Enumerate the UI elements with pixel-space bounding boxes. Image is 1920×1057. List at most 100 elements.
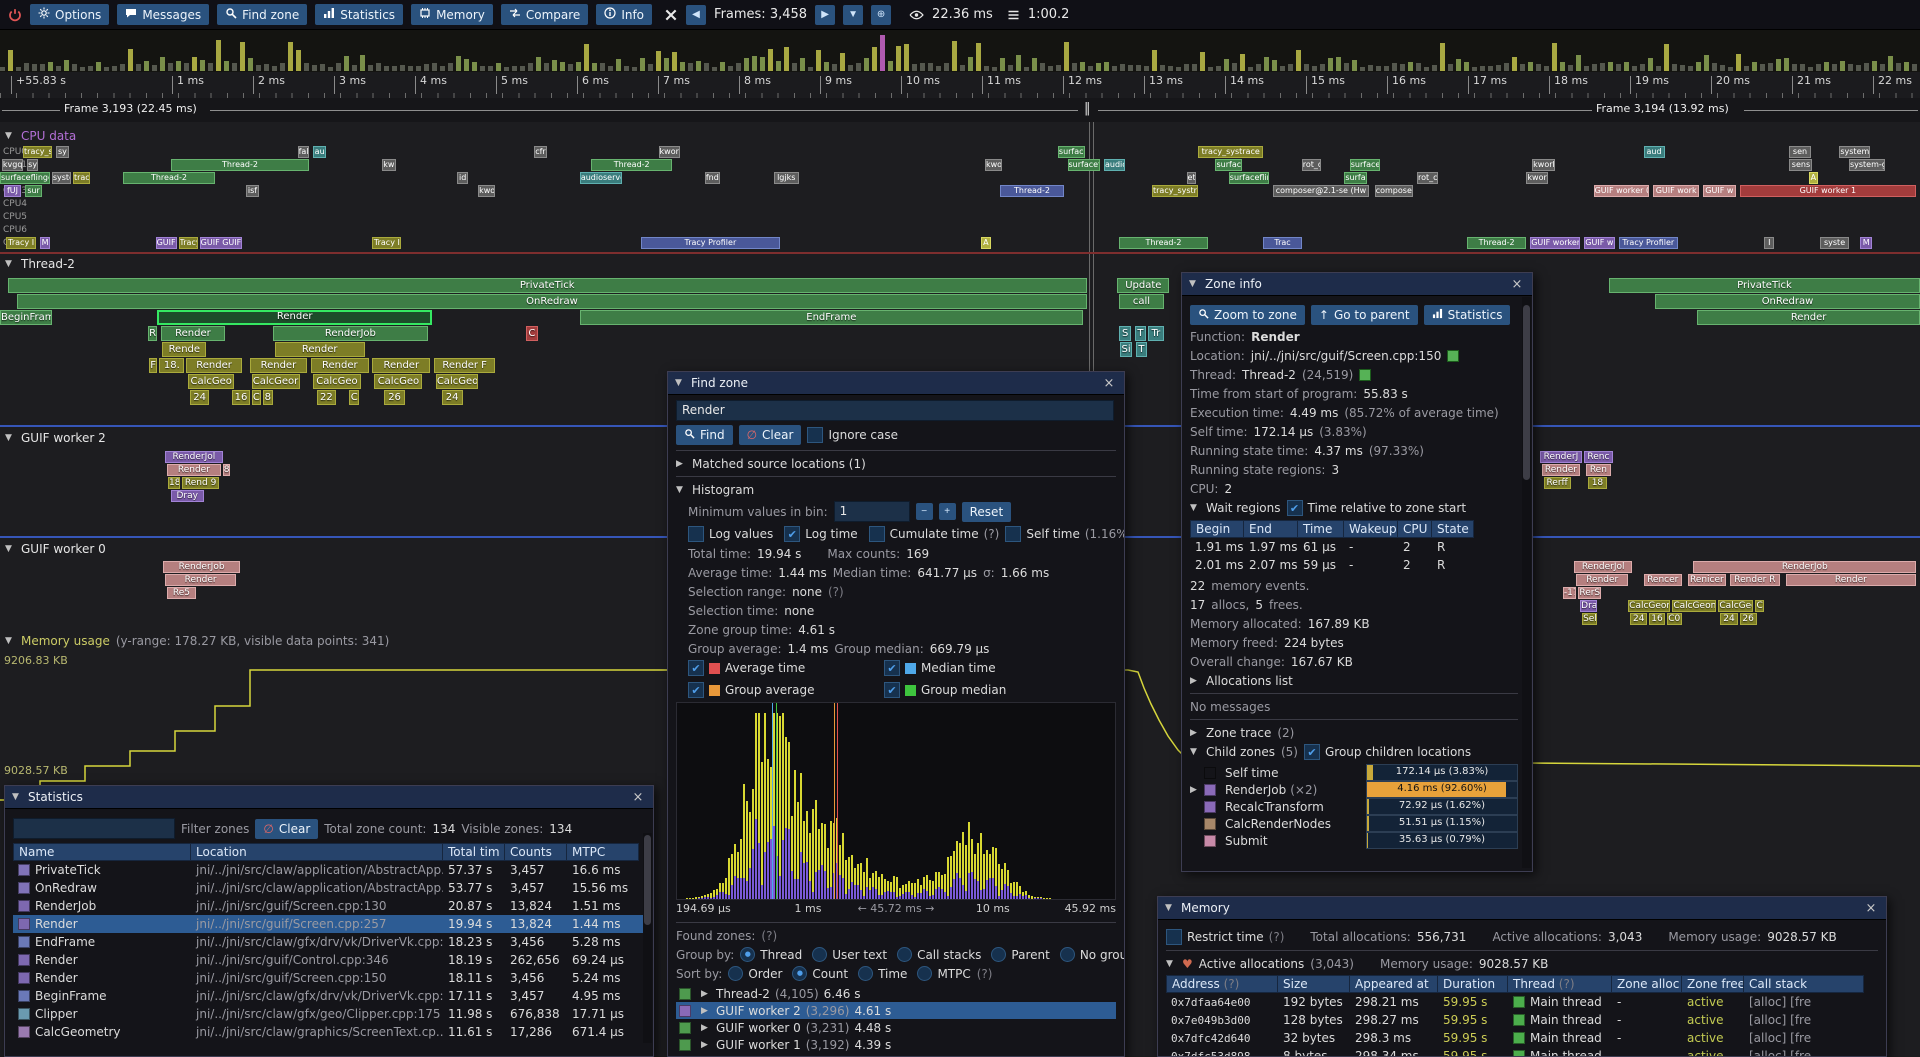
timeline-zone[interactable]: CalcGeo bbox=[313, 374, 361, 389]
timeline-zone[interactable]: Sel bbox=[1582, 613, 1597, 625]
cpu-zone[interactable]: surfaceflinger bbox=[0, 172, 50, 184]
zone-group-row[interactable]: ▶ GUIF worker 2 (3,296) 4.61 s bbox=[676, 1002, 1116, 1019]
cpu-zone[interactable]: lgjks bbox=[774, 172, 799, 184]
cpu-zone[interactable]: fUJ bbox=[4, 185, 21, 197]
cpu-zone[interactable]: rot_d bbox=[1302, 159, 1321, 171]
statistics-button[interactable]: Statistics bbox=[315, 4, 403, 25]
cpu-zone[interactable]: Tracy bbox=[179, 237, 198, 249]
cpu-zone[interactable]: audio bbox=[1104, 159, 1125, 171]
location-value[interactable]: jni/../jni/src/guif/Screen.cpp:150 bbox=[1251, 349, 1442, 363]
cpu-zone[interactable]: Thread-2 bbox=[1119, 237, 1207, 249]
column-name[interactable]: Name bbox=[13, 843, 191, 861]
allocation-row[interactable]: 0x7dfc53d898 8 bytes 298.34 ms 59.95 s M… bbox=[1166, 1047, 1878, 1057]
timeline-zone[interactable]: Render bbox=[1542, 464, 1580, 476]
timeline-zone[interactable]: Renc bbox=[1584, 451, 1613, 463]
scrollbar-thumb[interactable] bbox=[1523, 305, 1530, 480]
timeline-zone[interactable]: T bbox=[1135, 326, 1147, 341]
timeline-zone[interactable]: Update bbox=[1117, 278, 1169, 293]
cpu-zone[interactable]: Thread-2 bbox=[123, 172, 215, 184]
timeline-zone[interactable]: CalcGeome bbox=[1628, 600, 1670, 612]
window-collapse-icon[interactable]: ▼ bbox=[1165, 903, 1175, 913]
restrict-time-checkbox[interactable]: Restrict time(?) bbox=[1166, 929, 1284, 945]
timeline-zone[interactable]: Ren bbox=[1586, 464, 1611, 476]
timeline-zone[interactable]: 26 bbox=[1740, 613, 1757, 625]
cpu-zone[interactable]: Thread-2 bbox=[591, 159, 672, 171]
cpu-zone[interactable]: fal bbox=[298, 146, 310, 158]
statistics-row[interactable]: BeginFrame jni/../jni/src/claw/gfx/drv/v… bbox=[13, 987, 645, 1005]
group-by-radio[interactable]: Parent bbox=[991, 947, 1049, 962]
timeline-zone[interactable]: Si bbox=[1120, 342, 1132, 357]
child-zone-row[interactable]: ▶ RenderJob (×2) 4.16 ms (92.60%) bbox=[1190, 781, 1518, 798]
cpu-zone[interactable]: GUIF bbox=[156, 237, 177, 249]
source-indicator-square[interactable] bbox=[1447, 350, 1459, 362]
timeline-zone[interactable]: Re5 bbox=[167, 587, 196, 599]
wait-table-header[interactable]: Begin End Time Wakeup CPU State bbox=[1190, 520, 1518, 538]
help-icon[interactable]: (?) bbox=[977, 967, 993, 981]
child-zone-row[interactable]: Submit 35.63 μs (0.79%) bbox=[1190, 832, 1518, 849]
wait-region-row[interactable]: 1.91 ms 1.97 ms 61 μs - 2 R bbox=[1190, 538, 1518, 556]
scrollbar-thumb[interactable] bbox=[644, 835, 651, 925]
worker0-header[interactable]: ▼ GUIF worker 0 bbox=[0, 540, 106, 558]
time-relative-checkbox[interactable]: ✔Time relative to zone start bbox=[1287, 500, 1467, 516]
cpu-zone[interactable]: A bbox=[981, 237, 991, 249]
cpu-zone[interactable]: Thread-2 bbox=[1467, 237, 1527, 249]
cpu-zone[interactable]: sens bbox=[1789, 159, 1812, 171]
cpu-zone[interactable]: GUIF GUIF wor bbox=[200, 237, 242, 249]
group-by-radio[interactable]: No groupi bbox=[1060, 947, 1125, 962]
timeline-zone[interactable]: 18. bbox=[159, 358, 184, 373]
cpu-zone[interactable]: surfacefl bbox=[1058, 146, 1085, 158]
histogram-option-checkbox[interactable]: Self time(1.16%) bbox=[1005, 526, 1125, 542]
cpu-zone[interactable]: kworke bbox=[1532, 159, 1555, 171]
column-total-time[interactable]: Total tim bbox=[443, 843, 505, 861]
timeline-zone[interactable]: Renicer bbox=[1688, 574, 1726, 586]
timeline-zone[interactable]: C bbox=[526, 326, 538, 341]
close-icon[interactable]: × bbox=[1101, 376, 1117, 391]
close-icon[interactable]: × bbox=[630, 790, 646, 805]
child-zones-toggle[interactable]: ▼ Child zones (5) ✔Group children locati… bbox=[1190, 744, 1518, 760]
window-collapse-icon[interactable]: ▼ bbox=[1189, 279, 1199, 289]
zone-search-input[interactable] bbox=[676, 400, 1114, 421]
timeline-zone[interactable]: RenderJ bbox=[1540, 451, 1582, 463]
frame-timeline-strip[interactable] bbox=[0, 30, 1920, 73]
help-icon[interactable]: (?) bbox=[1269, 930, 1285, 944]
cpu-zone[interactable]: aud bbox=[1644, 146, 1665, 158]
cpu-zone[interactable]: tracy_systrace bbox=[1152, 185, 1198, 197]
cpu-zone[interactable]: GUIF worker 2 bbox=[1530, 237, 1580, 249]
timeline-zone[interactable]: EndFrame bbox=[580, 310, 1083, 325]
options-button[interactable]: Options bbox=[30, 4, 109, 25]
timeline-zone[interactable]: 22 bbox=[317, 390, 336, 405]
group-by-radio[interactable]: ●Thread bbox=[740, 947, 802, 962]
cpu-zone[interactable]: kwor bbox=[659, 146, 680, 158]
statistics-row[interactable]: RenderJob jni/../jni/src/guif/Screen.cpp… bbox=[13, 897, 645, 915]
timeline-zone[interactable]: Render bbox=[250, 358, 308, 373]
histogram-option-checkbox[interactable]: Cumulate time(?) bbox=[869, 526, 1000, 542]
memory-button[interactable]: Memory bbox=[411, 4, 493, 25]
goto-frame-button[interactable]: ⊕ bbox=[871, 5, 891, 25]
increase-bin-button[interactable]: + bbox=[939, 503, 956, 520]
timeline-zone[interactable]: Render bbox=[372, 358, 430, 373]
timeline-zone[interactable]: Rerff bbox=[1544, 477, 1571, 489]
zoom-to-zone-button[interactable]: Zoom to zone bbox=[1190, 305, 1305, 325]
statistics-row[interactable]: EndFrame jni/../jni/src/claw/gfx/drv/vk/… bbox=[13, 933, 645, 951]
frame-select-button[interactable]: ▼ bbox=[843, 5, 863, 25]
timeline-zone[interactable]: RenderJol bbox=[1574, 561, 1632, 573]
timeline-zone[interactable]: Render bbox=[1576, 574, 1628, 586]
cpu-zone[interactable]: surfac bbox=[1215, 159, 1242, 171]
help-icon[interactable]: (?) bbox=[828, 585, 844, 599]
statistics-row[interactable]: Render jni/../jni/src/guif/Screen.cpp:15… bbox=[13, 969, 645, 987]
power-button[interactable] bbox=[8, 8, 22, 22]
zone-info-titlebar[interactable]: ▼ Zone info × bbox=[1182, 273, 1532, 296]
cpu-zone[interactable]: syste bbox=[52, 172, 71, 184]
cpu-zone[interactable]: cfr bbox=[534, 146, 547, 158]
group-children-checkbox[interactable]: ✔Group children locations bbox=[1304, 744, 1471, 760]
next-frame-button[interactable]: ▶ bbox=[815, 5, 835, 25]
timeline-zone[interactable]: RerS bbox=[1578, 587, 1601, 599]
zone-trace-toggle[interactable]: ▶Zone trace(2) bbox=[1190, 725, 1518, 740]
cpu-zone[interactable]: surfa bbox=[1344, 172, 1367, 184]
zone-group-row[interactable]: ▶ GUIF worker 1 (3,192) 4.39 s bbox=[676, 1036, 1116, 1053]
cpu-zone[interactable]: sen bbox=[1789, 146, 1810, 158]
child-zone-row[interactable]: Self time 172.14 μs (3.83%) bbox=[1190, 764, 1518, 781]
timeline-zone[interactable]: BeginFrame bbox=[0, 310, 52, 325]
statistics-row[interactable]: OnRedraw jni/../jni/src/claw/application… bbox=[13, 879, 645, 897]
reset-button[interactable]: Reset bbox=[962, 502, 1012, 522]
